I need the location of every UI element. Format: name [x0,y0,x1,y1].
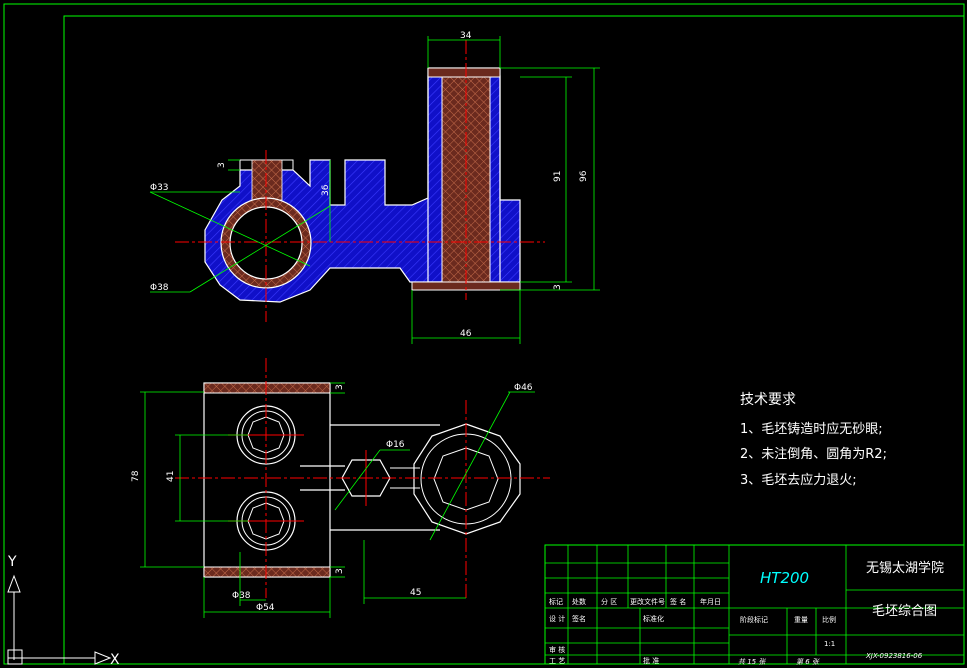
dim-78: 78 [131,470,141,482]
title-block: HT200 无锡太湖学院 毛坯综合图 XJX-0923816-06 标记 处数 … [544,544,965,666]
dim-3-right: 3 [553,284,563,290]
process-label: 工 艺 [549,657,565,665]
hdr-docno: 更改文件号 [630,597,665,606]
hdr-mark: 标记 [549,597,563,606]
stage-label: 阶段标记 [740,615,768,624]
row-sign: 签名 [572,614,586,623]
tech-title: 技术要求 [740,392,796,408]
scale-value: 1:1 [824,640,835,648]
dim-96: 96 [579,170,589,182]
dim-3-left: 3 [217,162,227,168]
drawing-number: XJX-0923816-06 [865,652,923,660]
top-boss-hatch [251,159,283,201]
drawing-name: 毛坯综合图 [872,604,937,619]
dim-phi54: Φ54 [256,603,275,613]
front-block [203,382,331,578]
dim-41: 41 [166,471,176,482]
dim-phi33: Φ33 [150,183,169,193]
dim-91: 91 [553,171,563,182]
hdr-zone: 分 区 [601,597,617,606]
hdr-date: 年月日 [700,597,721,606]
audit-label: 审 核 [549,645,565,654]
sheet-number: 第 6 张 [796,658,820,666]
school-name: 无锡太湖学院 [866,560,944,576]
dim-45: 45 [410,588,421,598]
hdr-sign: 签 名 [670,597,686,606]
tech-item-1: 1、毛坯铸造时应无砂眼; [740,421,883,437]
approve-label: 批 准 [643,656,659,665]
scale-label: 比例 [822,615,836,624]
hdr-count: 处数 [572,597,586,606]
front-bottom-flange [203,566,331,578]
tech-requirements: 技术要求 1、毛坯铸造时应无砂眼; 2、未注倒角、圆角为R2; 3、毛坯去应力退… [740,392,887,488]
top-view: 34 96 91 3 46 3 36 Φ33 Φ38 [149,31,600,344]
dim-34: 34 [460,31,472,41]
dim-phi46: Φ46 [514,383,533,393]
tech-item-3: 3、毛坯去应力退火; [740,472,857,488]
tech-item-2: 2、未注倒角、圆角为R2; [740,447,887,462]
dim-3-bottom: 3 [335,568,345,574]
dim-phi16: Φ16 [386,440,405,450]
dim-36: 36 [321,184,331,196]
dim-phi38-front: Φ38 [232,591,251,601]
row-design: 设 计 [549,614,565,623]
dim-phi38-top: Φ38 [150,283,169,293]
material-label: HT200 [760,569,809,587]
row-standard: 标准化 [643,614,664,623]
dim-3-top: 3 [335,384,345,390]
front-view: 78 41 3 3 Φ16 Φ46 45 Φ38 Φ54 [131,358,550,618]
tube-top-flange [427,67,501,78]
x-axis-label: X [110,652,120,668]
y-axis-label: Y [7,554,17,570]
big-boss-outer [413,423,521,535]
sheets-total: 共 15 张 [738,658,766,666]
dim-46: 46 [460,329,472,339]
weight-label: 重量 [794,616,808,624]
front-top-flange [203,382,331,394]
cad-drawing-canvas: 34 96 91 3 46 3 36 Φ33 Φ38 78 41 3 3 Φ16… [3,3,965,668]
